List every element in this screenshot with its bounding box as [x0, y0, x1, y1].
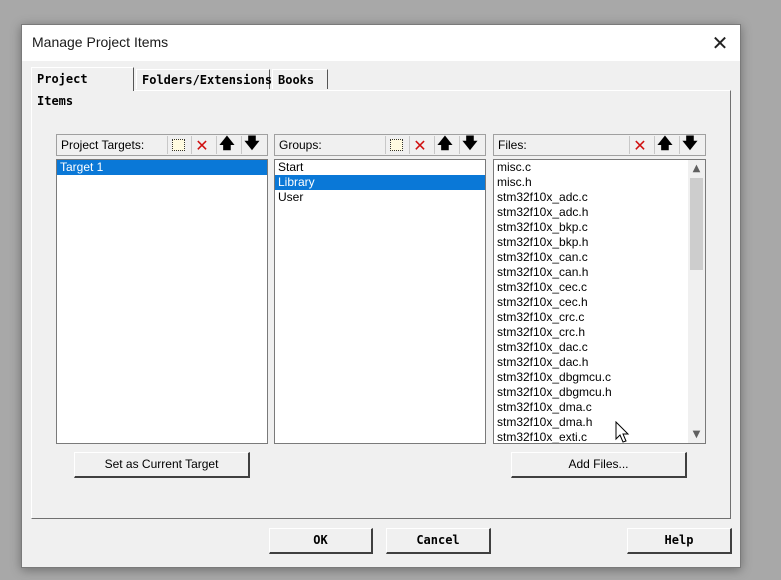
- list-item[interactable]: stm32f10x_dma.h: [494, 415, 705, 430]
- targets-list[interactable]: Target 1: [56, 159, 268, 444]
- dialog-title: Manage Project Items: [32, 34, 169, 50]
- move-down-target-icon[interactable]: 🡇: [241, 134, 262, 154]
- list-item[interactable]: stm32f10x_can.c: [494, 250, 705, 265]
- groups-header: Groups: ✕ 🡅 🡇: [274, 134, 486, 156]
- delete-group-icon[interactable]: ✕: [409, 136, 430, 155]
- list-item[interactable]: stm32f10x_dma.c: [494, 400, 705, 415]
- new-group-icon[interactable]: [385, 136, 406, 154]
- title-bar: Manage Project Items ✕: [22, 25, 740, 61]
- list-item[interactable]: Target 1: [57, 160, 267, 175]
- list-item[interactable]: stm32f10x_bkp.h: [494, 235, 705, 250]
- list-item[interactable]: stm32f10x_dac.h: [494, 355, 705, 370]
- targets-header: Project Targets: ✕ 🡅 🡇: [56, 134, 268, 156]
- list-item[interactable]: stm32f10x_bkp.c: [494, 220, 705, 235]
- list-item[interactable]: stm32f10x_can.h: [494, 265, 705, 280]
- manage-project-items-dialog: Manage Project Items ✕ Project Items Fol…: [21, 24, 741, 568]
- move-up-group-icon[interactable]: 🡅: [434, 134, 455, 154]
- ok-button[interactable]: OK: [269, 528, 373, 554]
- list-item[interactable]: stm32f10x_cec.c: [494, 280, 705, 295]
- move-up-file-icon[interactable]: 🡅: [654, 134, 675, 154]
- scroll-down-icon[interactable]: ▼: [688, 426, 705, 443]
- tab-books[interactable]: Books: [272, 69, 328, 89]
- tab-project-items[interactable]: Project Items: [31, 67, 134, 108]
- close-icon[interactable]: ✕: [706, 29, 734, 57]
- list-item[interactable]: stm32f10x_adc.h: [494, 205, 705, 220]
- groups-label: Groups:: [279, 138, 322, 152]
- targets-label: Project Targets:: [61, 138, 145, 152]
- mouse-pointer-icon: [615, 421, 630, 443]
- new-target-icon[interactable]: [167, 136, 188, 154]
- move-up-target-icon[interactable]: 🡅: [216, 134, 237, 154]
- set-as-current-target-button[interactable]: Set as Current Target: [74, 452, 250, 478]
- list-item[interactable]: stm32f10x_dac.c: [494, 340, 705, 355]
- list-item[interactable]: misc.c: [494, 160, 705, 175]
- scrollbar-thumb[interactable]: [690, 178, 703, 270]
- list-item[interactable]: Library: [275, 175, 485, 190]
- delete-target-icon[interactable]: ✕: [191, 136, 212, 155]
- move-down-group-icon[interactable]: 🡇: [459, 134, 480, 154]
- files-label: Files:: [498, 138, 527, 152]
- list-item[interactable]: stm32f10x_exti.c: [494, 430, 705, 443]
- add-files-button[interactable]: Add Files...: [511, 452, 687, 478]
- files-header: Files: ✕ 🡅 🡇: [493, 134, 706, 156]
- files-list[interactable]: misc.c misc.h stm32f10x_adc.c stm32f10x_…: [493, 159, 706, 444]
- help-button[interactable]: Help: [627, 528, 732, 554]
- delete-file-icon[interactable]: ✕: [629, 136, 650, 155]
- move-down-file-icon[interactable]: 🡇: [679, 134, 700, 154]
- list-item[interactable]: misc.h: [494, 175, 705, 190]
- tab-folders-extensions[interactable]: Folders/Extensions: [136, 69, 272, 89]
- list-item[interactable]: Start: [275, 160, 485, 175]
- groups-list[interactable]: Start Library User: [274, 159, 486, 444]
- list-item[interactable]: User: [275, 190, 485, 205]
- list-item[interactable]: stm32f10x_adc.c: [494, 190, 705, 205]
- list-item[interactable]: stm32f10x_dbgmcu.h: [494, 385, 705, 400]
- scroll-up-icon[interactable]: ▲: [688, 160, 705, 177]
- files-scrollbar[interactable]: ▲ ▼: [688, 160, 705, 443]
- cancel-button[interactable]: Cancel: [386, 528, 491, 554]
- list-item[interactable]: stm32f10x_crc.c: [494, 310, 705, 325]
- list-item[interactable]: stm32f10x_dbgmcu.c: [494, 370, 705, 385]
- list-item[interactable]: stm32f10x_cec.h: [494, 295, 705, 310]
- list-item[interactable]: stm32f10x_crc.h: [494, 325, 705, 340]
